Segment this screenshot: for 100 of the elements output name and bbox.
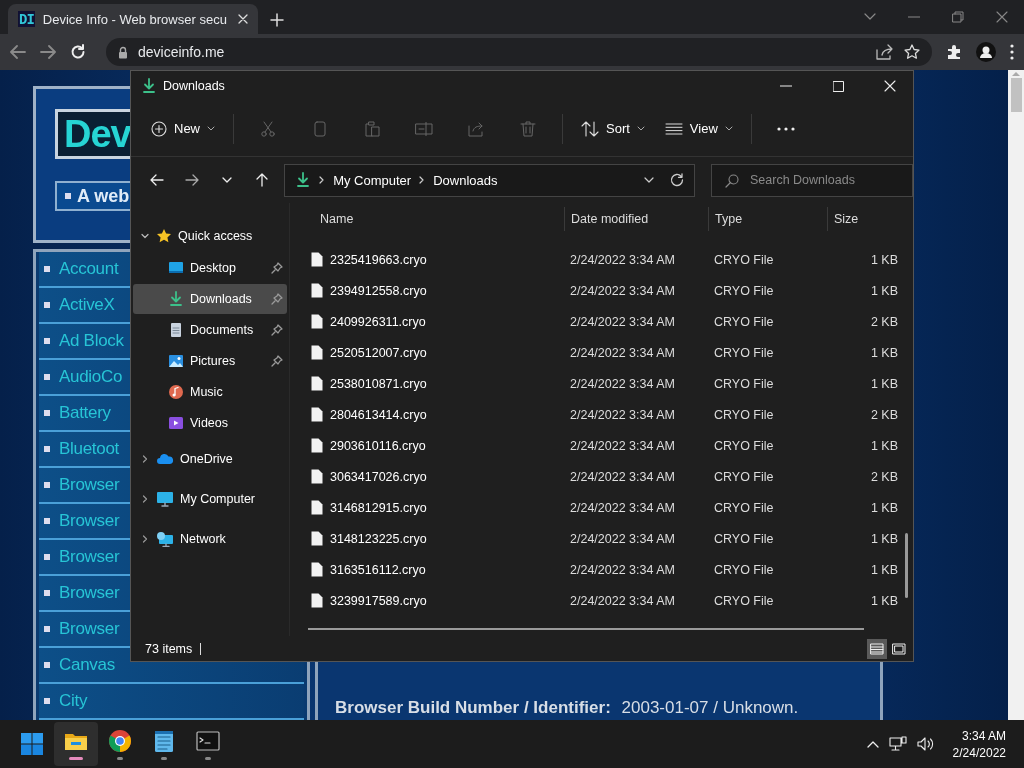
file-name[interactable]: 2903610116.cryo xyxy=(330,438,426,453)
file-name[interactable]: 2520512007.cryo xyxy=(330,345,427,360)
new-button[interactable]: New xyxy=(143,112,223,145)
view-button[interactable]: View xyxy=(656,112,741,145)
file-name[interactable]: 3163516112.cryo xyxy=(330,562,426,577)
sort-button[interactable]: Sort xyxy=(573,112,653,145)
minimize-icon xyxy=(780,85,792,87)
bullet-icon xyxy=(44,482,50,488)
chevron-icon xyxy=(140,454,150,464)
nav-item[interactable]: Network xyxy=(131,519,289,559)
lock-icon xyxy=(118,45,128,59)
nav-item[interactable]: Videos xyxy=(133,408,287,438)
url-text: deviceinfo.me xyxy=(138,44,226,60)
ellipsis-icon xyxy=(776,126,795,131)
type-cell-text: CRYO File xyxy=(713,376,775,391)
bullet-icon xyxy=(44,590,50,596)
size-cell-text: 1 KB xyxy=(869,345,899,360)
bullet-icon xyxy=(44,266,50,272)
column-header[interactable]: Date modified xyxy=(564,207,708,231)
nav-item[interactable]: Pictures xyxy=(133,346,287,376)
bullet-icon xyxy=(44,410,50,416)
nav-link[interactable]: Browser xyxy=(59,619,120,639)
clock-date[interactable]: 2/24/2022 xyxy=(952,745,1006,760)
nav-item[interactable]: Quick access xyxy=(131,220,289,252)
nav-item[interactable]: Downloads xyxy=(133,284,287,314)
address-bar[interactable]: deviceinfo.me xyxy=(106,38,932,66)
nav-link[interactable]: AudioCo xyxy=(59,367,123,387)
nav-link[interactable]: Browser xyxy=(59,583,120,603)
file-name[interactable]: 2325419663.cryo xyxy=(330,252,427,267)
file-name[interactable]: 3146812915.cryo xyxy=(330,500,427,515)
breadcrumb-item[interactable]: Downloads xyxy=(433,172,498,188)
download-icon xyxy=(295,172,312,188)
back-arrow-icon xyxy=(10,45,26,59)
nav-label: Music xyxy=(190,385,224,399)
nav-link[interactable]: Browser xyxy=(59,547,120,567)
notepad-icon xyxy=(152,728,176,753)
nav-link[interactable]: Bluetoot xyxy=(59,439,119,459)
nav-label: Quick access xyxy=(178,229,254,243)
nav-link[interactable]: Browser xyxy=(59,475,120,495)
volume-icon xyxy=(916,736,935,752)
bullet-icon xyxy=(44,338,50,344)
download-icon xyxy=(168,291,184,307)
info-line: Browser Build Number / Identifier: 2003-01-07 / Unknown. xyxy=(335,698,799,718)
nav-link[interactable]: Browser xyxy=(59,511,120,531)
file-name[interactable]: 3148123225.cryo xyxy=(330,531,427,546)
chevron-up-icon xyxy=(866,740,879,748)
nav-link[interactable]: City xyxy=(59,691,88,711)
nav-link[interactable]: Canvas xyxy=(59,655,115,675)
date-cell-text: 2/24/2022 3:34 AM xyxy=(569,314,676,329)
nav-link[interactable]: ActiveX xyxy=(59,295,115,315)
browser-tab[interactable]: DI Device Info - Web browser secu xyxy=(8,4,258,34)
scrollbar-thumb[interactable] xyxy=(1010,78,1022,112)
share-icon xyxy=(876,44,894,60)
file-name[interactable]: 2804613414.cryo xyxy=(330,407,427,422)
nav-link[interactable]: Ad Block xyxy=(59,331,124,351)
size-cell-text: 2 KB xyxy=(869,469,899,484)
file-name[interactable]: 2538010871.cryo xyxy=(330,376,427,391)
date-cell-text: 2/24/2022 3:34 AM xyxy=(569,593,676,608)
nav-label: Downloads xyxy=(190,292,253,306)
scrollbar-thumb[interactable] xyxy=(308,628,864,630)
chevron-icon xyxy=(140,231,150,241)
profile-icon xyxy=(976,42,996,62)
desktop-icon xyxy=(168,260,184,276)
file-name[interactable]: 2409926311.cryo xyxy=(330,314,426,329)
file-name[interactable]: 2394912558.cryo xyxy=(330,283,427,298)
file-name[interactable]: 3063417026.cryo xyxy=(330,469,427,484)
search-field[interactable]: Search Downloads xyxy=(711,163,913,197)
nav-label: Network xyxy=(180,532,227,546)
scrollbar-thumb[interactable] xyxy=(905,533,908,598)
nav-item[interactable]: Documents xyxy=(133,315,287,345)
date-cell-text: 2/24/2022 3:34 AM xyxy=(569,531,676,546)
tab-title: Device Info - Web browser secu xyxy=(42,11,228,27)
taskbar-app[interactable] xyxy=(54,722,98,766)
share-icon xyxy=(468,120,484,137)
breadcrumb-item[interactable]: My Computer xyxy=(333,172,412,188)
date-cell-text: 2/24/2022 3:34 AM xyxy=(569,283,676,298)
maximize-icon xyxy=(832,80,844,92)
nav-item[interactable]: Music xyxy=(133,377,287,407)
bullet-icon xyxy=(44,662,50,668)
page-scrollbar[interactable] xyxy=(1008,70,1024,720)
pin-icon xyxy=(271,324,283,336)
column-header[interactable]: Type xyxy=(708,207,827,231)
file-name[interactable]: 3239917589.cryo xyxy=(330,593,427,608)
type-cell-text: CRYO File xyxy=(713,345,775,360)
column-header[interactable]: Name xyxy=(306,207,564,231)
tiles-view-icon xyxy=(892,642,906,655)
nav-link[interactable]: Battery xyxy=(59,403,111,423)
nav-item[interactable]: OneDrive xyxy=(131,439,289,479)
view-toggle[interactable] xyxy=(867,638,887,659)
clock-time[interactable]: 3:34 AM xyxy=(961,728,1006,743)
column-header[interactable]: Size xyxy=(827,207,902,231)
nav-link[interactable]: Account xyxy=(59,259,119,279)
chevron-icon xyxy=(140,494,150,504)
rename-icon xyxy=(415,121,433,136)
close-icon xyxy=(996,11,1008,23)
nav-item[interactable]: My Computer xyxy=(131,479,289,519)
video-icon xyxy=(168,415,184,431)
nav-item[interactable]: Desktop xyxy=(133,253,287,283)
address-bar[interactable]: My Computer Downloads xyxy=(284,163,695,197)
bullet-icon xyxy=(44,626,50,632)
